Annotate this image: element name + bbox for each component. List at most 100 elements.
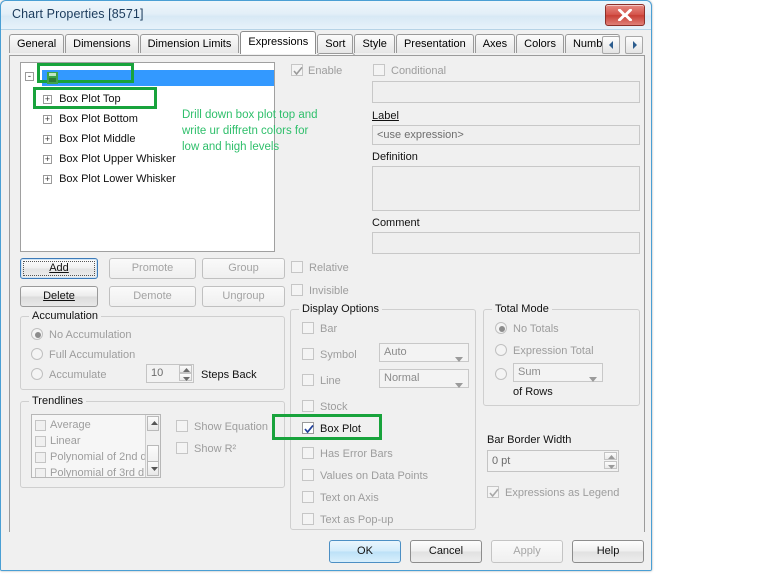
steps-back-increment[interactable]	[179, 365, 192, 373]
tab-scroll-right-button[interactable]	[625, 36, 643, 54]
tree-expander-box-plot-upper-whisker[interactable]: +	[43, 154, 52, 164]
tree-node-box-plot-top[interactable]: + Box Plot Top	[43, 90, 121, 108]
tab-sort[interactable]: Sort	[317, 34, 354, 53]
tree-node-root[interactable]: -	[25, 67, 274, 86]
symbol-combo-value: Auto	[384, 346, 407, 358]
tab-presentation[interactable]: Presentation	[395, 34, 474, 53]
expression-tree[interactable]: - + Box Plot Top + Box Plot Bottom + Box…	[20, 62, 275, 252]
trendline-item-average[interactable]: Average	[35, 417, 91, 433]
trendline-item-polynomial-2nd-label: Polynomial of 2nd d	[50, 451, 147, 463]
chart-properties-dialog: Chart Properties [8571] General Dimensio…	[0, 0, 652, 571]
demote-expression-button[interactable]: Demote	[109, 286, 196, 307]
line-combo[interactable]: Normal	[379, 369, 469, 388]
radio-no-totals[interactable]	[495, 322, 507, 334]
tree-expander-box-plot-middle[interactable]: +	[43, 134, 52, 144]
tab-scroll-buttons	[600, 36, 643, 54]
checkbox[interactable]	[35, 467, 46, 477]
tree-node-box-plot-middle[interactable]: + Box Plot Middle	[43, 130, 136, 148]
title-bar[interactable]: Chart Properties [8571]	[1, 1, 651, 30]
display-options-group: Display Options Bar Symbol Auto Line Nor…	[290, 303, 476, 530]
conditional-input[interactable]	[372, 81, 640, 103]
of-rows-label: of Rows	[513, 386, 553, 398]
text-as-popup-checkbox[interactable]	[302, 513, 314, 525]
enable-checkbox[interactable]	[291, 64, 303, 76]
tree-node-box-plot-lower-whisker[interactable]: + Box Plot Lower Whisker	[43, 170, 176, 188]
delete-expression-button[interactable]: Delete	[20, 286, 98, 307]
tab-scroll-left-button[interactable]	[601, 36, 620, 54]
bar-border-decrement[interactable]	[604, 461, 617, 469]
tree-expander-box-plot-top[interactable]: +	[43, 94, 52, 104]
promote-expression-button[interactable]: Promote	[109, 258, 196, 279]
trendline-item-linear[interactable]: Linear	[35, 433, 81, 449]
enable-label-text: Enable	[308, 65, 343, 77]
tree-expander-box-plot-lower-whisker[interactable]: +	[43, 174, 52, 184]
tab-dimension-limits[interactable]: Dimension Limits	[139, 34, 240, 53]
comment-input[interactable]	[372, 232, 640, 254]
line-checkbox[interactable]	[302, 374, 314, 386]
caret-down-icon	[151, 467, 158, 471]
scroll-down-button[interactable]	[147, 461, 159, 476]
tab-expressions[interactable]: Expressions	[240, 31, 317, 54]
close-icon	[617, 8, 633, 22]
close-button[interactable]	[605, 4, 645, 26]
definition-input[interactable]	[372, 166, 640, 211]
ungroup-expression-button[interactable]: Ungroup	[202, 286, 285, 307]
help-button[interactable]: Help	[572, 540, 644, 563]
has-error-bars-checkbox[interactable]	[302, 447, 314, 459]
checkmark-icon	[293, 66, 303, 76]
checkbox[interactable]	[35, 451, 46, 463]
show-r2-checkbox[interactable]	[176, 442, 188, 454]
stock-checkbox[interactable]	[302, 400, 314, 412]
text-on-axis-checkbox[interactable]	[302, 491, 314, 503]
radio-accumulate[interactable]	[31, 368, 43, 380]
tab-dimensions[interactable]: Dimensions	[65, 34, 139, 53]
caret-up-icon	[151, 421, 158, 425]
invisible-checkbox[interactable]	[291, 284, 303, 296]
relative-checkbox[interactable]	[291, 261, 303, 273]
comment-field-title: Comment	[372, 217, 420, 229]
dialog-footer: OK Cancel Apply Help	[1, 532, 651, 570]
trendline-item-polynomial-2nd[interactable]: Polynomial of 2nd d	[35, 449, 147, 465]
show-equation-checkbox[interactable]	[176, 420, 188, 432]
checkbox[interactable]	[35, 419, 46, 431]
trendline-item-polynomial-3rd[interactable]: Polynomial of 3rd d	[35, 465, 144, 477]
tree-expander-box-plot-bottom[interactable]: +	[43, 114, 52, 124]
bar-border-width-spinner[interactable]: 0 pt	[487, 450, 619, 472]
trendlines-group-title: Trendlines	[29, 395, 86, 407]
trendlines-listbox[interactable]: Average Linear Polynomial of 2nd d Polyn…	[31, 414, 161, 478]
tree-expander-root[interactable]: -	[25, 71, 34, 81]
tab-general[interactable]: General	[9, 34, 65, 53]
apply-button[interactable]: Apply	[491, 540, 563, 563]
steps-back-decrement[interactable]	[179, 373, 192, 381]
aggregation-combo[interactable]: Sum	[513, 363, 603, 382]
tree-node-box-plot-bottom[interactable]: + Box Plot Bottom	[43, 110, 138, 128]
tree-node-box-plot-upper-whisker[interactable]: + Box Plot Upper Whisker	[43, 150, 176, 168]
symbol-combo[interactable]: Auto	[379, 343, 469, 362]
radio-no-accumulation[interactable]	[31, 328, 43, 340]
bar-border-width-value: 0 pt	[492, 455, 511, 467]
bar-checkbox[interactable]	[302, 322, 314, 334]
symbol-checkbox[interactable]	[302, 348, 314, 360]
checkbox[interactable]	[35, 435, 46, 447]
conditional-checkbox[interactable]	[373, 64, 385, 76]
bar-border-increment[interactable]	[604, 452, 617, 460]
add-expression-button[interactable]: Add	[20, 258, 98, 279]
values-on-data-points-checkbox[interactable]	[302, 469, 314, 481]
radio-expression-total[interactable]	[495, 344, 507, 356]
ok-button[interactable]: OK	[329, 540, 401, 563]
group-expression-button[interactable]: Group	[202, 258, 285, 279]
expressions-as-legend-checkbox[interactable]	[487, 486, 499, 498]
tab-style[interactable]: Style	[354, 34, 395, 53]
label-input[interactable]: <use expression>	[372, 125, 640, 145]
cancel-button[interactable]: Cancel	[410, 540, 482, 563]
box-plot-checkbox[interactable]	[302, 422, 314, 434]
steps-back-spinner[interactable]: 10	[146, 364, 194, 383]
radio-aggregation[interactable]	[495, 368, 507, 380]
tab-axes[interactable]: Axes	[474, 34, 516, 53]
bar-label: Bar	[320, 323, 338, 335]
demote-expression-button-label: Demote	[133, 290, 172, 302]
trendlines-scrollbar[interactable]	[145, 415, 160, 477]
radio-full-accumulation[interactable]	[31, 348, 43, 360]
scroll-up-button[interactable]	[147, 416, 159, 431]
tab-colors[interactable]: Colors	[516, 34, 564, 53]
